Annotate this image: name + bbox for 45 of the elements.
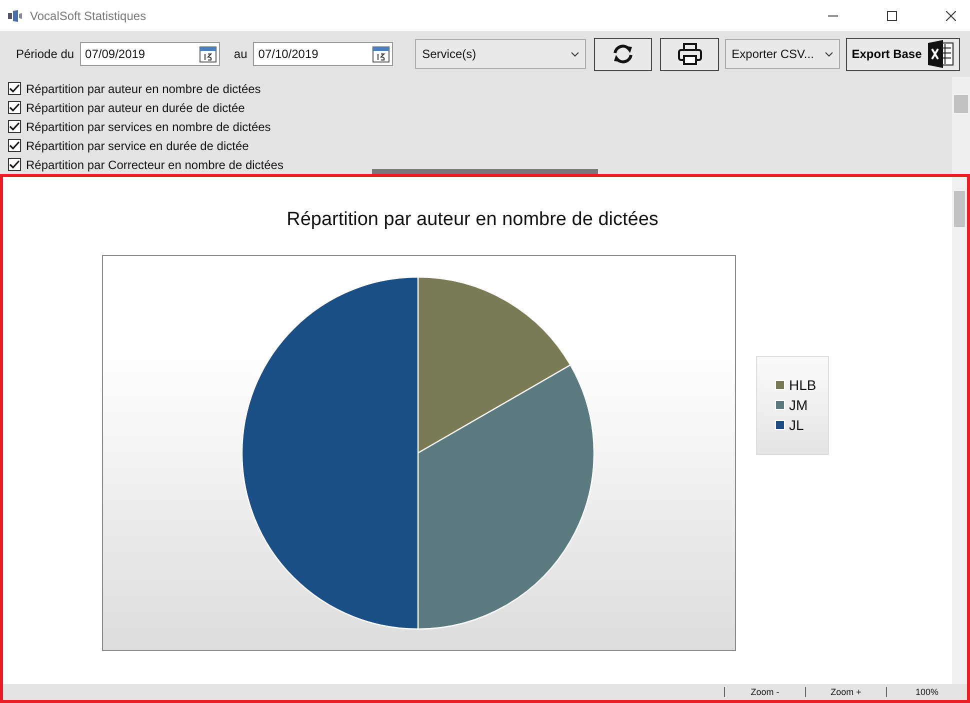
legend-label: JL: [789, 417, 804, 433]
window-title: VocalSoft Statistiques: [30, 8, 146, 22]
service-dropdown[interactable]: Service(s): [415, 39, 586, 69]
refresh-icon: [612, 44, 634, 64]
scrollbar[interactable]: [952, 77, 970, 174]
app-icon: [8, 10, 22, 22]
chevron-icon: [824, 52, 833, 56]
legend-label: HLB: [789, 377, 816, 393]
checkbox-label[interactable]: Répartition par services en nombre de dictées: [26, 120, 271, 134]
scroll-thumb[interactable]: [372, 169, 598, 174]
checkbox[interactable]: [8, 82, 21, 95]
checkbox[interactable]: [8, 139, 21, 152]
checkmark-icon: [9, 122, 20, 131]
chart-title: Répartition par auteur en nombre de dictées: [286, 209, 660, 232]
chevron-icon: [571, 52, 580, 56]
period-label: Période du: [16, 47, 74, 61]
checkbox[interactable]: [8, 120, 21, 133]
checkbox-label[interactable]: Répartition par auteur en durée de dictée: [26, 100, 245, 114]
printer-icon: [678, 43, 702, 65]
print-button[interactable]: [660, 38, 719, 70]
checkbox[interactable]: [8, 158, 21, 171]
refresh-button[interactable]: [594, 38, 652, 70]
checkbox-label[interactable]: Répartition par service en durée de dictée: [26, 138, 249, 152]
start-date-field[interactable]: 07/09/2019: [80, 42, 220, 66]
zoom-level: 100%: [886, 687, 967, 697]
checkbox[interactable]: [8, 101, 21, 114]
legend-label: JM: [789, 397, 808, 413]
export-base-button[interactable]: Export Base: [846, 38, 960, 70]
close-icon[interactable]: [946, 10, 956, 20]
spreadsheet-icon: [928, 40, 954, 68]
end-date-field[interactable]: 07/10/2019: [253, 42, 394, 66]
checkmark-icon: [9, 103, 20, 112]
to-label: au: [234, 47, 248, 61]
checkbox-label[interactable]: Répartition par Correcteur en nombre de dictées: [26, 158, 284, 172]
calendar-icon[interactable]: [372, 45, 390, 63]
checkmark-icon: [9, 141, 20, 150]
checkmark-icon: [9, 160, 20, 169]
export-csv-dropdown[interactable]: Exporter CSV...: [724, 39, 840, 69]
checkmark-icon: [9, 84, 20, 93]
calendar-icon[interactable]: [198, 45, 217, 63]
zoom-out-button[interactable]: Zoom -: [724, 687, 805, 697]
scrollbar[interactable]: [952, 177, 967, 684]
maximize-icon[interactable]: [887, 10, 897, 20]
zoom-in-button[interactable]: Zoom +: [805, 687, 886, 697]
checkbox-label[interactable]: Répartition par auteur en nombre de dictées: [26, 82, 261, 96]
